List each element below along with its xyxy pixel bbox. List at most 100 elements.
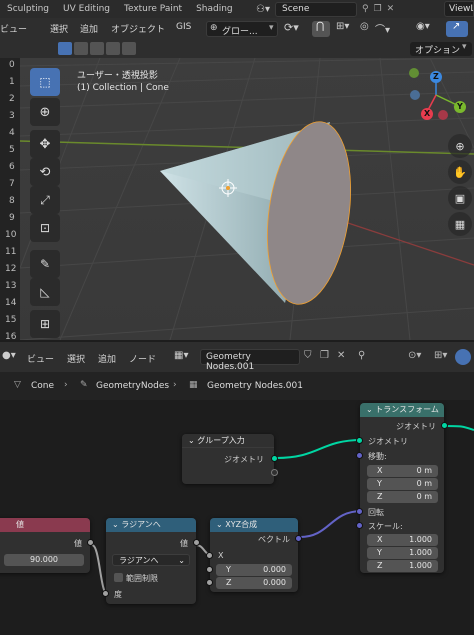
pivot-icon[interactable]: ⟳▾ — [284, 21, 299, 34]
field-label: Z — [226, 578, 232, 587]
falloff-icon[interactable]: ⌒▾ — [375, 21, 390, 36]
select-mode-invert-icon[interactable] — [106, 42, 120, 55]
breadcrumb-modifier: GeometryNodes — [96, 381, 170, 391]
move-icon: ✥ — [39, 136, 51, 152]
value-input-socket[interactable] — [102, 590, 109, 597]
sidebar-toggle[interactable] — [455, 349, 471, 365]
pin-icon[interactable]: ⚲ — [362, 4, 369, 14]
clamp-checkbox[interactable] — [114, 573, 123, 582]
translation-input-socket[interactable] — [356, 452, 363, 459]
combine-xyz-node[interactable]: ⌄ XYZ合成 ベクトル X Y 0.000 Z 0.000 — [206, 518, 302, 592]
rotate-tool[interactable]: ⟲ — [30, 158, 60, 186]
rotation-input-socket[interactable] — [356, 508, 363, 515]
y-input-socket[interactable] — [206, 566, 213, 573]
select-mode-intersect-icon[interactable] — [122, 42, 136, 55]
value-node[interactable]: 値 値 90.000 — [0, 518, 94, 573]
close-icon[interactable]: ✕ — [337, 350, 345, 361]
scale-tool[interactable]: ⤢ — [30, 186, 60, 214]
collapse-icon: ⌄ — [188, 436, 198, 445]
view-layer-field[interactable]: ViewL — [444, 1, 474, 17]
radians-node[interactable]: ⌄ ラジアンへ 値 ラジアンへ ⌄ 範囲制限 度 — [102, 518, 200, 604]
orientation-label: グロー... — [222, 27, 258, 37]
translation-y-field[interactable]: Y 0 m — [367, 478, 438, 490]
z-field[interactable]: Z 0.000 — [216, 577, 292, 589]
node-tree-name-field[interactable]: Geometry Nodes.001 — [200, 349, 300, 372]
workspace-tab[interactable]: Shading — [189, 0, 240, 18]
node-header: ⌄ トランスフォーム — [360, 403, 444, 417]
scene-name-field[interactable]: Scene — [274, 1, 357, 17]
menu-select[interactable]: 選択 — [50, 22, 68, 35]
z-input-socket[interactable] — [206, 579, 213, 586]
translation-label: 移動: — [368, 452, 387, 461]
select-mode-new-icon[interactable] — [58, 42, 72, 55]
duplicate-icon[interactable]: ❐ — [374, 4, 382, 14]
scale-input-socket[interactable] — [356, 522, 363, 529]
ruler-icon: ◺ — [40, 285, 50, 299]
proportional-edit-icon[interactable]: ◎ — [360, 21, 369, 32]
value-output-socket[interactable] — [87, 539, 94, 546]
pan-button[interactable]: ✋ — [448, 160, 472, 184]
duplicate-icon[interactable]: ❐ — [320, 350, 329, 361]
menu-node[interactable]: ノード — [129, 352, 156, 365]
select-mode-subtract-icon[interactable] — [90, 42, 104, 55]
snap-icon[interactable]: ⊞▾ — [434, 350, 447, 361]
transform-orientation-dropdown[interactable]: ⊕ グロー... ▾ — [206, 21, 278, 37]
geometry-output-socket[interactable] — [441, 422, 448, 429]
ruler-number: 3 — [9, 111, 15, 121]
menu-gis[interactable]: GIS — [176, 22, 191, 32]
pin-icon[interactable]: ⚲ — [358, 350, 365, 361]
transform-node[interactable]: ⌄ トランスフォーム ジオメトリ ジオメトリ 移動: X 0 m Y 0 m Z… — [356, 403, 448, 573]
add-cube-tool[interactable]: ⊞ — [30, 310, 60, 338]
y-field[interactable]: Y 0.000 — [216, 564, 292, 576]
node-tree-icon[interactable]: ▦▾ — [174, 350, 188, 361]
menu-add[interactable]: 追加 — [98, 352, 116, 365]
visibility-icon[interactable]: ◉▾ — [416, 21, 430, 32]
vector-output-socket[interactable] — [295, 535, 302, 542]
x-input-socket[interactable] — [206, 552, 213, 559]
translation-z-field[interactable]: Z 0 m — [367, 491, 438, 503]
empty-output-socket[interactable] — [271, 469, 278, 476]
scale-z-field[interactable]: Z 1.000 — [367, 560, 438, 572]
zoom-button[interactable]: ⊕ — [448, 134, 472, 158]
workspace-tab[interactable]: Sculpting — [0, 0, 56, 18]
gizmo-y-label: Y — [457, 102, 463, 111]
move-tool[interactable]: ✥ — [30, 130, 60, 158]
scale-x-field[interactable]: X 1.000 — [367, 534, 438, 546]
menu-object[interactable]: オブジェクト — [111, 22, 165, 35]
group-input-node[interactable]: ⌄ グループ入力 ジオメトリ — [182, 434, 278, 484]
transform-tool[interactable]: ⊡ — [30, 214, 60, 242]
node-canvas[interactable]: ⌄ グループ入力 ジオメトリ ⌄ トランスフォーム ジオメトリ ジオメトリ 移動… — [0, 400, 474, 635]
cursor-icon: ⬚ — [39, 75, 51, 89]
scene-icon[interactable]: ⚇▾ — [256, 4, 270, 15]
select-mode-extend-icon[interactable] — [74, 42, 88, 55]
ruler-number: 5 — [9, 145, 15, 155]
3d-viewport[interactable]: Z Y X ユーザー・透視投影 (1) Collection | Cone ⬚ … — [0, 58, 474, 340]
camera-view-button[interactable]: ▣ — [448, 186, 472, 210]
options-dropdown[interactable]: オプション ▾ — [410, 42, 472, 56]
cursor-tool[interactable]: ⊕ — [30, 98, 60, 126]
workspace-tab[interactable]: UV Editing — [56, 0, 117, 18]
annotate-tool[interactable]: ✎ — [30, 250, 60, 278]
measure-tool[interactable]: ◺ — [30, 278, 60, 306]
x-input-label: X — [218, 551, 224, 560]
value-output-socket[interactable] — [193, 539, 200, 546]
translation-x-field[interactable]: X 0 m — [367, 465, 438, 477]
snap-target-icon[interactable]: ⊞▾ — [336, 21, 349, 32]
overlay-icon[interactable]: ⊙▾ — [408, 350, 421, 361]
editor-type-icon[interactable]: ●▾ — [2, 350, 16, 361]
perspective-toggle-button[interactable]: ▦ — [448, 212, 472, 236]
menu-view[interactable]: ビュー — [27, 352, 54, 365]
menu-add[interactable]: 追加 — [80, 22, 98, 35]
value-field[interactable]: 90.000 — [4, 554, 84, 566]
menu-select[interactable]: 選択 — [67, 352, 85, 365]
operation-dropdown[interactable]: ラジアンへ ⌄ — [112, 554, 190, 566]
geometry-output-socket[interactable] — [271, 455, 278, 462]
close-icon[interactable]: ✕ — [387, 4, 395, 14]
menu-view[interactable]: ビュー — [0, 22, 27, 35]
select-box-tool[interactable]: ⬚ — [30, 68, 60, 96]
workspace-tab[interactable]: Texture Paint — [117, 0, 189, 18]
scale-y-field[interactable]: Y 1.000 — [367, 547, 438, 559]
fake-user-shield-icon[interactable]: ⛉ — [304, 350, 312, 361]
ruler-number: 2 — [9, 94, 15, 104]
geometry-input-socket[interactable] — [356, 437, 363, 444]
